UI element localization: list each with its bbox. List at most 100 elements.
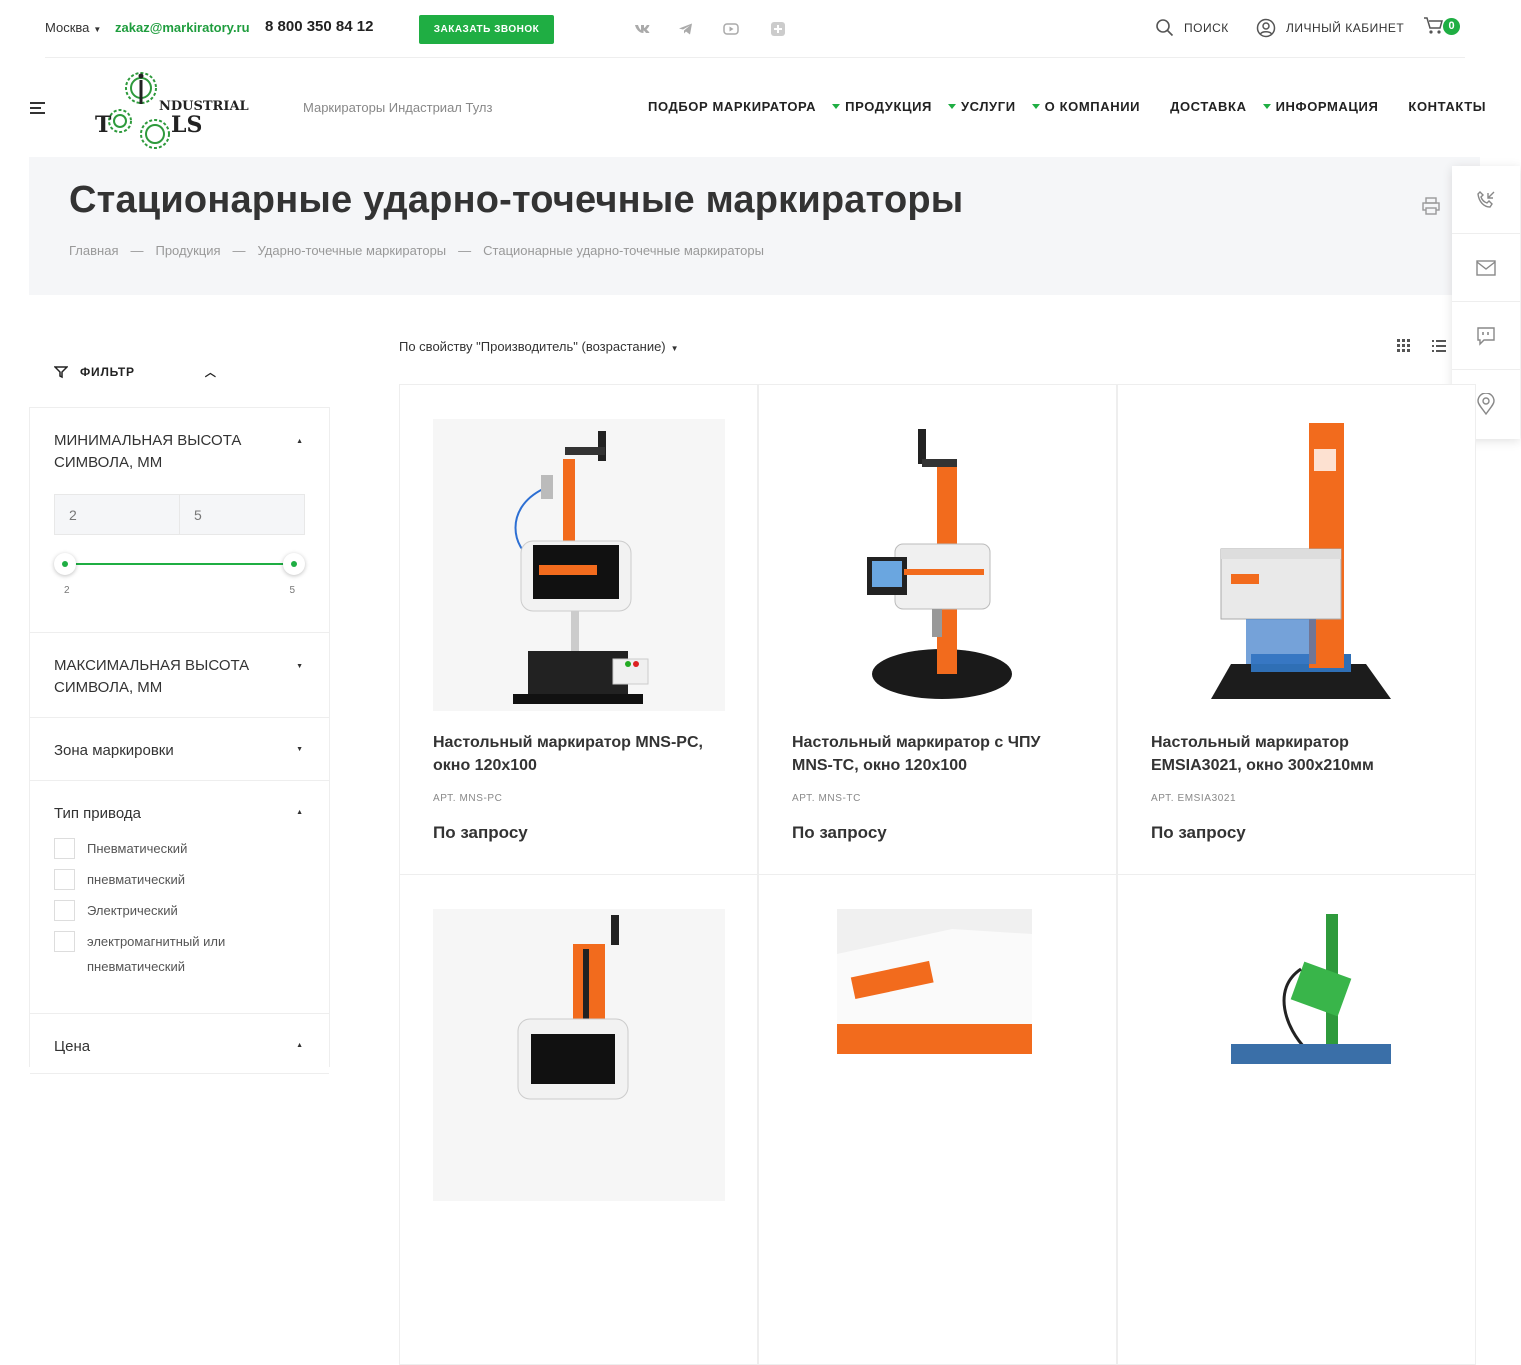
chevron-up-icon: ︿ (204, 367, 217, 379)
callback-panel-button[interactable] (1452, 166, 1520, 234)
filter-zone[interactable]: Зона маркировки ▼ (30, 718, 329, 781)
list-view-icon[interactable] (1432, 339, 1446, 353)
range-from-input[interactable]: 2 (55, 495, 180, 534)
filter-drive: Тип привода ▲ Пневматический пневматичес… (30, 781, 329, 1014)
product-card[interactable]: Настольный маркиратор с ЧПУ MNS-TC, окно… (758, 384, 1117, 875)
range-to-input[interactable]: 5 (180, 495, 304, 534)
nav-item-contacts[interactable]: КОНТАКТЫ (1408, 99, 1486, 114)
slider-handle-max[interactable] (283, 553, 305, 575)
caret-down-icon: ▼ (93, 25, 102, 34)
nav-item-selection[interactable]: ПОДБОР МАРКИРАТОРА (648, 99, 816, 114)
cabinet-link[interactable]: ЛИЧНЫЙ КАБИНЕТ (1256, 18, 1404, 38)
top-bar: Москва ▼ zakaz@markiratory.ru 8 800 350 8… (45, 0, 1465, 58)
filter-price[interactable]: Цена ▲ (30, 1014, 329, 1074)
sort-dropdown[interactable]: По свойству "Производитель" (возрастание… (399, 339, 679, 354)
logo-text-bottom: LS (171, 112, 202, 138)
menu-burger-icon[interactable] (30, 102, 45, 117)
breadcrumb-products[interactable]: Продукция (155, 243, 220, 258)
product-name[interactable]: Настольный маркиратор EMSIA3021, окно 30… (1151, 731, 1441, 777)
checkbox-option[interactable]: электромагнитный или пневматический (54, 929, 254, 979)
nav-item-products[interactable]: ПРОДУКЦИЯ (826, 99, 932, 114)
checkbox-option[interactable]: пневматический (54, 867, 305, 892)
map-pin-icon (1477, 393, 1495, 415)
product-name[interactable]: Настольный маркиратор MNS-PC, окно 120х1… (433, 731, 723, 777)
nav-item-delivery[interactable]: ДОСТАВКА (1170, 99, 1246, 114)
grid-view-icon[interactable] (1397, 339, 1411, 353)
nav-label: УСЛУГИ (960, 99, 1016, 114)
checkbox[interactable] (54, 900, 75, 921)
slider-max-label: 5 (289, 585, 295, 596)
telegram-icon[interactable] (678, 21, 694, 37)
range-inputs: 2 5 (54, 494, 305, 535)
rutube-icon[interactable] (770, 21, 786, 37)
email-panel-button[interactable] (1452, 234, 1520, 302)
nav-item-services[interactable]: УСЛУГИ (942, 99, 1016, 114)
dropdown-arrow-icon (1262, 104, 1271, 109)
product-image[interactable] (433, 909, 725, 1201)
email-link[interactable]: zakaz@markiratory.ru (115, 20, 250, 35)
product-image[interactable] (433, 419, 725, 711)
product-image[interactable] (792, 909, 1084, 1201)
dropdown-arrow-icon (832, 104, 841, 109)
product-sku: АРТ. MNS-PC (433, 793, 503, 804)
main-header: NDUSTRIAL T LS Маркираторы Индастриал Ту… (0, 58, 1521, 158)
caret-up-icon[interactable]: ▲ (296, 809, 303, 816)
product-image[interactable] (1151, 909, 1443, 1201)
slider-min-label: 2 (64, 585, 70, 596)
nav-label: ПРОДУКЦИЯ (845, 99, 932, 114)
product-card[interactable]: Настольный маркиратор MNS-PC, окно 120х1… (399, 384, 758, 875)
checkbox-label: электромагнитный или пневматический (87, 934, 226, 974)
checkbox-option[interactable]: Электрический (54, 898, 305, 923)
breadcrumb-home[interactable]: Главная (69, 243, 118, 258)
main-nav: ПОДБОР МАРКИРАТОРА ПРОДУКЦИЯ УСЛУГИ О КО… (648, 99, 1496, 114)
filter-max-height[interactable]: МАКСИМАЛЬНАЯ ВЫСОТА СИМВОЛА, ММ ▼ (30, 633, 329, 718)
product-name[interactable]: Настольный маркиратор с ЧПУ MNS-TC, окно… (792, 731, 1082, 777)
sort-label: По свойству "Производитель" (возрастание… (399, 339, 666, 354)
range-slider[interactable]: 2 5 (54, 551, 305, 596)
print-icon[interactable] (1422, 197, 1440, 215)
caret-up-icon[interactable]: ▲ (296, 438, 303, 445)
nav-item-info[interactable]: ИНФОРМАЦИЯ (1257, 99, 1379, 114)
caret-down-icon: ▼ (296, 663, 303, 670)
callback-button[interactable]: ЗАКАЗАТЬ ЗВОНОК (419, 15, 554, 44)
checkbox[interactable] (54, 931, 75, 952)
vk-icon[interactable] (634, 21, 650, 37)
product-card[interactable] (399, 874, 758, 1365)
youtube-icon[interactable] (723, 21, 739, 37)
checkbox-label: пневматический (87, 872, 186, 887)
search-button[interactable]: ПОИСК (1155, 18, 1229, 37)
cart-icon (1424, 17, 1443, 34)
filter-min-height: МИНИМАЛЬНАЯ ВЫСОТА СИМВОЛА, ММ ▲ 2 5 2 5 (30, 408, 329, 633)
filter-toggle[interactable]: ФИЛЬТР ︿ (54, 364, 217, 380)
slider-handle-min[interactable] (54, 553, 76, 575)
product-card[interactable]: Настольный маркиратор EMSIA3021, окно 30… (1117, 384, 1476, 875)
checkbox-label: Электрический (87, 903, 178, 918)
product-image[interactable] (792, 419, 1084, 711)
product-card[interactable] (1117, 874, 1476, 1365)
product-card[interactable] (758, 874, 1117, 1365)
search-label: ПОИСК (1184, 20, 1229, 35)
nav-label: КОНТАКТЫ (1408, 99, 1487, 114)
product-price: По запросу (1151, 823, 1246, 842)
filter-section-title[interactable]: Тип привода (54, 803, 264, 825)
checkbox[interactable] (54, 838, 75, 859)
product-image[interactable] (1151, 419, 1443, 711)
breadcrumb-dot-peen[interactable]: Ударно-точечные маркираторы (258, 243, 447, 258)
nav-label: ИНФОРМАЦИЯ (1275, 99, 1379, 114)
product-price: По запросу (433, 823, 528, 842)
filter-section-title[interactable]: МИНИМАЛЬНАЯ ВЫСОТА СИМВОЛА, ММ (54, 430, 264, 474)
product-sku: АРТ. EMSIA3021 (1151, 793, 1237, 804)
city-selector[interactable]: Москва ▼ (45, 20, 101, 35)
nav-label: ДОСТАВКА (1170, 99, 1247, 114)
checkbox[interactable] (54, 869, 75, 890)
product-grid: Настольный маркиратор MNS-PC, окно 120х1… (399, 384, 1476, 1365)
nav-label: ПОДБОР МАРКИРАТОРА (648, 99, 817, 114)
nav-item-about[interactable]: О КОМПАНИИ (1026, 99, 1140, 114)
cart-button[interactable]: 0 (1423, 16, 1460, 36)
phone-number[interactable]: 8 800 350 84 12 (265, 18, 373, 35)
chat-panel-button[interactable] (1452, 302, 1520, 370)
checkbox-option[interactable]: Пневматический (54, 836, 305, 861)
phone-icon (1477, 190, 1495, 208)
site-tagline: Маркираторы Индастриал Тулз (303, 100, 493, 115)
site-logo[interactable]: NDUSTRIAL T LS (93, 64, 253, 154)
